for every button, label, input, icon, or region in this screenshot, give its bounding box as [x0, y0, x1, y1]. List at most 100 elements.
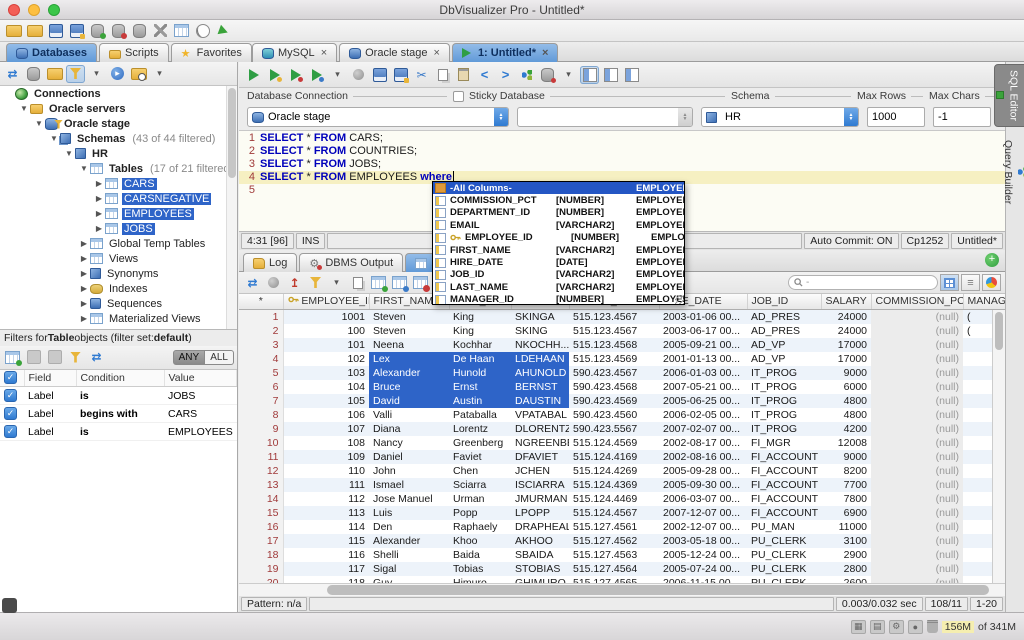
grid-cell[interactable]: 590.423.4568 [569, 380, 659, 394]
filter-enabled-cell[interactable]: ✓ [0, 387, 24, 405]
grid-cell[interactable]: Ernst [449, 380, 511, 394]
grid-cell[interactable]: SKING [511, 324, 569, 338]
max-rows-input[interactable] [867, 107, 925, 127]
grid-cell[interactable]: SKINGA [511, 309, 569, 324]
grid-cell[interactable]: 17000 [821, 352, 871, 366]
tree-item-tables[interactable]: ▼Tables(17 of 21 filtered) [0, 161, 237, 176]
filter-button[interactable] [66, 65, 85, 83]
open-button[interactable] [4, 22, 23, 40]
tab-databases[interactable]: Databases [6, 43, 97, 62]
grid-cell[interactable]: 112 [283, 492, 369, 506]
grid-cell[interactable]: 11000 [821, 520, 871, 534]
forward-button[interactable] [496, 66, 515, 84]
grid-cell[interactable]: AD_PRES [747, 324, 821, 338]
filter-value-cell[interactable]: EMPLOYEES [164, 423, 237, 441]
filter-col-header[interactable]: Condition [76, 370, 164, 387]
grid-cell[interactable]: IT_PROG [747, 422, 821, 436]
row-number-cell[interactable]: 11 [239, 450, 283, 464]
tree-item-hr[interactable]: ▼HR [0, 146, 237, 161]
grid-cell[interactable]: 2900 [821, 548, 871, 562]
gray-a-button[interactable] [24, 348, 43, 366]
close-icon[interactable]: × [542, 47, 548, 59]
grid-cell[interactable]: (null) [871, 506, 963, 520]
grid-cell[interactable]: 590.423.4569 [569, 394, 659, 408]
grid-cell[interactable]: IT_PROG [747, 366, 821, 380]
all-button[interactable]: ALL [205, 350, 234, 365]
checkbox-icon[interactable]: ✓ [4, 371, 17, 384]
grid-cell[interactable]: (null) [871, 534, 963, 548]
grid-cell[interactable]: DFAVIET [511, 450, 569, 464]
row-number-cell[interactable]: 20 [239, 576, 283, 584]
any-button[interactable]: ANY [173, 350, 206, 365]
grid-cell[interactable]: Shelli [369, 548, 449, 562]
pin-result-button[interactable]: + [985, 253, 999, 267]
filter-row[interactable]: ✓Labelbegins withCARS [0, 405, 237, 423]
grid-cell[interactable]: (null) [871, 309, 963, 324]
grid-cell[interactable]: Lorentz [449, 422, 511, 436]
grid-cell[interactable]: 515.123.4569 [569, 352, 659, 366]
grid-cell[interactable]: 24000 [821, 324, 871, 338]
grid-cell[interactable]: ISCIARRA [511, 478, 569, 492]
grid-cell[interactable]: 515.123.4568 [569, 338, 659, 352]
tool-properties-button[interactable] [151, 22, 170, 40]
grid-cell[interactable]: 2007-12-07 00... [659, 506, 747, 520]
auto-commit-status[interactable]: Auto Commit: ON [804, 233, 898, 249]
checkbox-icon[interactable]: ✓ [4, 407, 17, 420]
grid-cell[interactable]: 2003-01-06 00... [659, 309, 747, 324]
grid-cell[interactable]: 106 [283, 408, 369, 422]
row-number-cell[interactable]: 7 [239, 394, 283, 408]
settings-monitor-button[interactable]: ⚙ [889, 620, 904, 634]
grid-cell[interactable]: DAUSTIN [511, 394, 569, 408]
grid-cell[interactable]: 8200 [821, 464, 871, 478]
grid-cell[interactable]: Faviet [449, 450, 511, 464]
row-number-cell[interactable]: 8 [239, 408, 283, 422]
expander-icon[interactable]: ▶ [78, 299, 90, 308]
row-number-cell[interactable]: 15 [239, 506, 283, 520]
grid-cell[interactable]: AD_VP [747, 352, 821, 366]
filter-enabled-cell[interactable]: ✓ [0, 423, 24, 441]
memory-monitor-button[interactable]: ▤ [870, 620, 885, 634]
grid-cell[interactable]: 2001-01-13 00... [659, 352, 747, 366]
grid-cell[interactable]: 24000 [821, 309, 871, 324]
autocomplete-item-all-columns[interactable]: -All Columns-EMPLOYEES [433, 182, 684, 194]
dropdown-caret-icon[interactable] [150, 65, 169, 83]
gray-b-button[interactable] [45, 348, 64, 366]
row-number-cell[interactable]: 14 [239, 492, 283, 506]
grid-cell[interactable]: 2005-09-28 00... [659, 464, 747, 478]
grid-cell[interactable]: Lex [369, 352, 449, 366]
tree-item-functions[interactable]: ▶Functions [0, 326, 237, 329]
grid-cell[interactable]: (null) [871, 450, 963, 464]
filter-col-header[interactable]: ✓ [0, 370, 24, 387]
tab-dbms-output[interactable]: DBMS Output [299, 253, 403, 272]
grid-cell[interactable]: (null) [871, 338, 963, 352]
grid-cell[interactable]: 2007-02-07 00... [659, 422, 747, 436]
row-number-cell[interactable]: 9 [239, 422, 283, 436]
grid-cell[interactable]: 2006-01-03 00... [659, 366, 747, 380]
grid-cell[interactable]: NKOCHH... [511, 338, 569, 352]
expander-icon[interactable]: ▼ [63, 149, 75, 158]
delete-row-button[interactable] [411, 274, 430, 292]
back-button[interactable] [475, 66, 494, 84]
filter-field-cell[interactable]: Label [24, 405, 76, 423]
layout-a-button[interactable] [580, 66, 599, 84]
row-number-cell[interactable]: 18 [239, 548, 283, 562]
filter-row[interactable]: ✓LabelisEMPLOYEES [0, 423, 237, 441]
col-header-commission-pct[interactable]: COMMISSION_PCT [871, 294, 963, 309]
sticky-database-checkbox[interactable] [453, 91, 464, 102]
grid-cell[interactable]: Chen [449, 464, 511, 478]
stop-button[interactable] [349, 66, 368, 84]
grid-cell[interactable]: Greenberg [449, 436, 511, 450]
grid-cell[interactable]: 4800 [821, 408, 871, 422]
execute-buffer-button[interactable] [286, 66, 305, 84]
expander-icon[interactable]: ▶ [78, 239, 90, 248]
grid-cell[interactable]: (null) [871, 520, 963, 534]
grid-cell[interactable]: 590.423.4560 [569, 408, 659, 422]
grid-cell[interactable]: 17000 [821, 338, 871, 352]
grid-cell[interactable]: 110 [283, 464, 369, 478]
grid-cell[interactable]: King [449, 309, 511, 324]
filter-enabled-cell[interactable]: ✓ [0, 405, 24, 423]
expander-icon[interactable]: ▼ [78, 164, 90, 173]
refresh-button[interactable] [87, 348, 106, 366]
insert-row-button[interactable] [369, 274, 388, 292]
grid-cell[interactable]: Hunold [449, 366, 511, 380]
